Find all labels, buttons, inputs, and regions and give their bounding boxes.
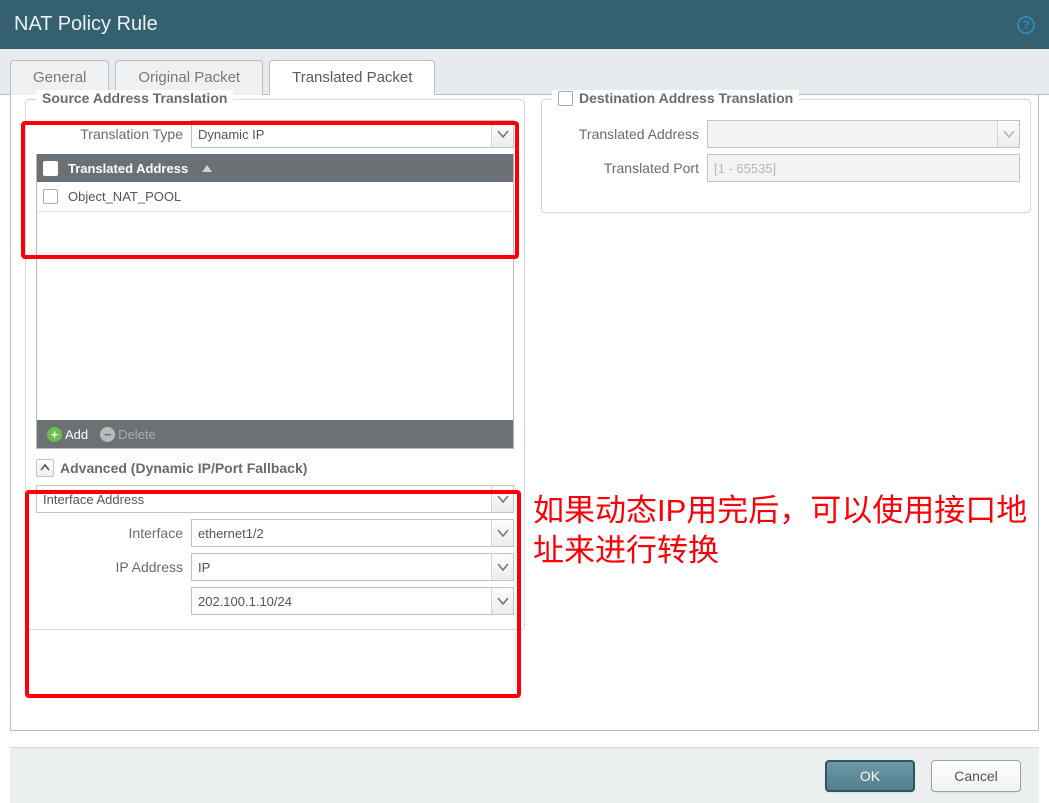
translation-type-value: Dynamic IP — [198, 127, 264, 142]
chevron-down-icon — [491, 554, 513, 580]
grid-body: Object_NAT_POOL — [37, 182, 513, 420]
dest-translated-address-dropdown — [707, 120, 1020, 148]
group-title-source: Source Address Translation — [36, 90, 233, 106]
annotation-text: 如果动态IP用完后，可以使用接口地址来进行转换 — [533, 491, 1033, 572]
chevron-down-icon — [491, 588, 513, 614]
sort-ascending-icon — [202, 165, 212, 172]
dest-translated-port-placeholder: [1 - 65535] — [714, 161, 776, 176]
title-bar: NAT Policy Rule ? — [0, 0, 1049, 49]
dest-title-text: Destination Address Translation — [579, 90, 793, 106]
tab-strip: General Original Packet Translated Packe… — [0, 49, 1049, 95]
advanced-title: Advanced (Dynamic IP/Port Fallback) — [60, 460, 307, 476]
chevron-down-icon — [997, 121, 1019, 147]
add-label: Add — [65, 427, 88, 442]
interface-label: Interface — [36, 525, 191, 541]
chevron-down-icon — [491, 121, 513, 147]
grid-select-all-checkbox[interactable] — [43, 161, 58, 176]
advanced-section-header[interactable]: Advanced (Dynamic IP/Port Fallback) — [36, 459, 514, 477]
ip-address-value: 202.100.1.10/24 — [198, 594, 292, 609]
cancel-button[interactable]: Cancel — [931, 760, 1021, 792]
interface-value: ethernet1/2 — [198, 526, 264, 541]
grid-toolbar: + Add − Delete — [37, 420, 513, 448]
ip-type-value: IP — [198, 560, 210, 575]
dest-translated-port-input: [1 - 65535] — [707, 154, 1020, 182]
delete-label: Delete — [118, 427, 156, 442]
ok-button[interactable]: OK — [825, 760, 915, 792]
grid-delete-button: − Delete — [96, 425, 160, 444]
destination-address-translation-group: Destination Address Translation Translat… — [541, 99, 1031, 213]
plus-icon: + — [47, 427, 62, 442]
collapse-toggle[interactable] — [36, 459, 54, 477]
source-address-translation-group: Source Address Translation Translation T… — [25, 99, 525, 630]
group-title-dest: Destination Address Translation — [552, 90, 799, 106]
grid-header[interactable]: Translated Address — [37, 154, 513, 182]
chevron-down-icon — [491, 520, 513, 546]
help-icon[interactable]: ? — [1017, 16, 1035, 34]
minus-icon: − — [100, 427, 115, 442]
table-row[interactable]: Object_NAT_POOL — [37, 182, 513, 212]
tab-translated-packet[interactable]: Translated Packet — [269, 60, 435, 95]
row-checkbox[interactable] — [43, 189, 58, 204]
fallback-mode-dropdown[interactable]: Interface Address — [36, 485, 514, 513]
dialog-footer: OK Cancel — [10, 747, 1039, 803]
dest-translated-port-label: Translated Port — [552, 160, 707, 176]
interface-dropdown[interactable]: ethernet1/2 — [191, 519, 514, 547]
dest-enable-checkbox[interactable] — [558, 91, 573, 106]
fallback-mode-value: Interface Address — [43, 492, 144, 507]
translated-address-grid: Translated Address Object_NAT_POOL + Add — [36, 154, 514, 449]
translation-type-dropdown[interactable]: Dynamic IP — [191, 120, 514, 148]
window-title: NAT Policy Rule — [14, 13, 158, 36]
ip-address-input[interactable]: 202.100.1.10/24 — [191, 587, 514, 615]
row-text: Object_NAT_POOL — [68, 189, 181, 204]
ip-type-dropdown[interactable]: IP — [191, 553, 514, 581]
grid-add-button[interactable]: + Add — [43, 425, 92, 444]
chevron-down-icon — [491, 486, 513, 512]
translation-type-label: Translation Type — [36, 126, 191, 142]
ip-address-label: IP Address — [36, 559, 191, 575]
grid-header-label: Translated Address — [68, 161, 188, 176]
dest-translated-address-label: Translated Address — [552, 126, 707, 142]
chevron-up-icon — [40, 463, 50, 473]
tab-content: Source Address Translation Translation T… — [10, 95, 1039, 731]
